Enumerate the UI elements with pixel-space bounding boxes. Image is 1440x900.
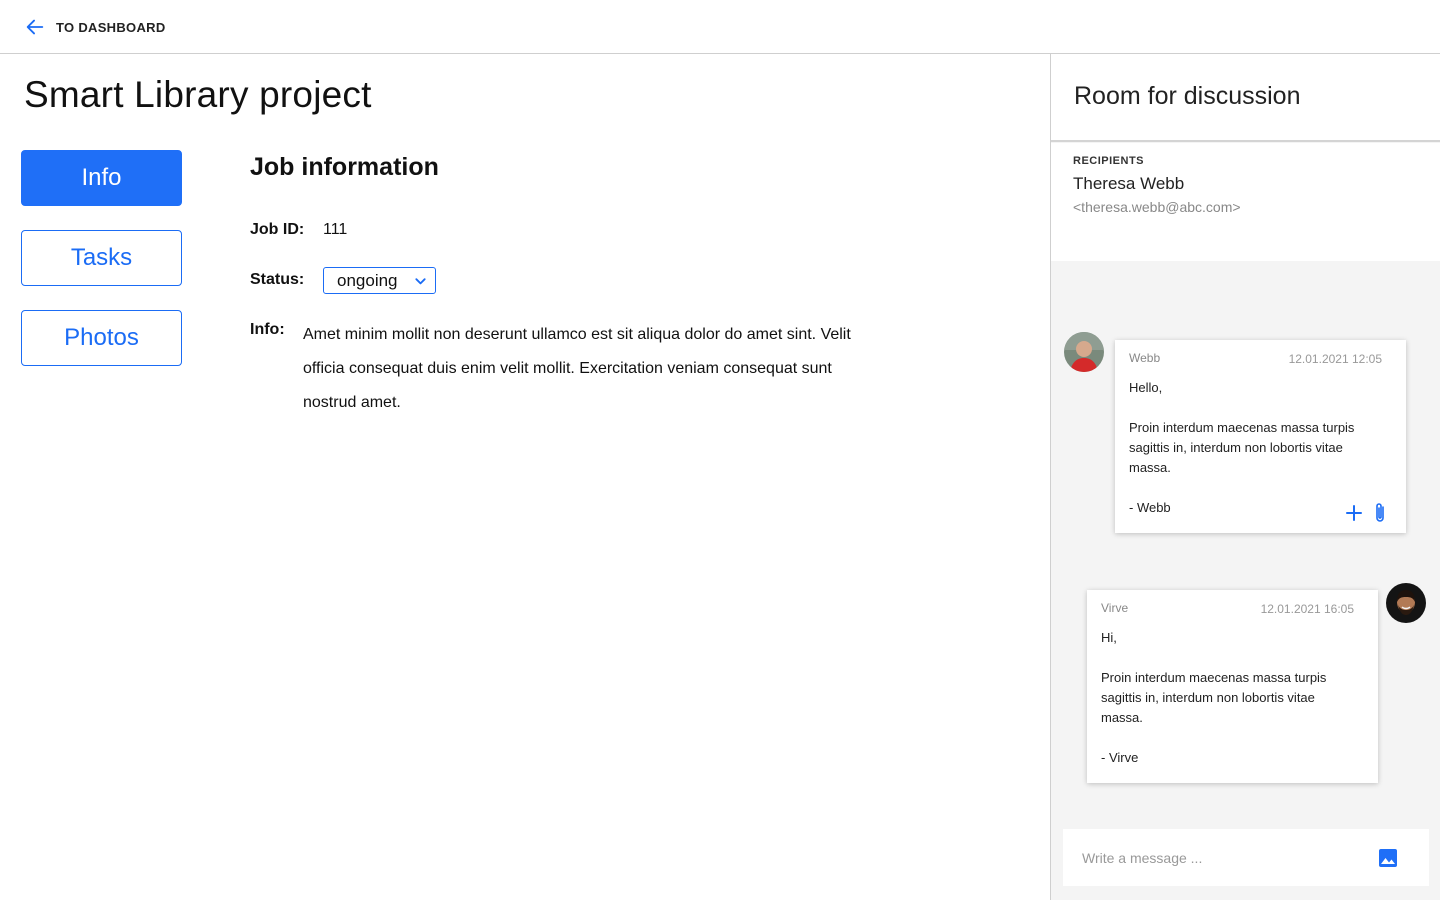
back-to-dashboard-link[interactable]: TO DASHBOARD <box>24 16 166 38</box>
status-label: Status: <box>250 271 305 288</box>
message-input[interactable] <box>1063 829 1363 886</box>
tab-tasks[interactable]: Tasks <box>21 230 182 286</box>
top-bar: TO DASHBOARD <box>0 0 1440 54</box>
avatar <box>1064 332 1104 372</box>
arrow-left-icon <box>24 16 46 38</box>
message-time: 12.01.2021 12:05 <box>1288 352 1382 366</box>
recipients-block: RECIPIENTS Theresa Webb <theresa.webb@ab… <box>1051 143 1440 261</box>
avatar <box>1386 583 1426 623</box>
status-value: ongoing <box>337 270 398 290</box>
message-author: Webb <box>1129 351 1161 365</box>
plus-icon[interactable] <box>1345 504 1363 522</box>
discussion-header: Room for discussion <box>1051 54 1440 142</box>
recipients-label: RECIPIENTS <box>1073 155 1145 167</box>
info-label: Info: <box>250 321 285 338</box>
message-time: 12.01.2021 16:05 <box>1260 602 1354 616</box>
message-card: Virve 12.01.2021 16:05 Hi, Proin interdu… <box>1087 590 1378 783</box>
message-body: Hi, Proin interdum maecenas massa turpis… <box>1101 630 1327 765</box>
status-dropdown[interactable]: ongoing <box>323 267 436 294</box>
tab-info[interactable]: Info <box>21 150 182 206</box>
message-card: Webb 12.01.2021 12:05 Hello, Proin inter… <box>1115 340 1406 533</box>
page-title: Smart Library project <box>24 74 372 115</box>
message-body: Hello, Proin interdum maecenas massa tur… <box>1129 380 1355 515</box>
section-title: Job information <box>250 153 439 181</box>
message-actions <box>1345 501 1388 525</box>
message-author: Virve <box>1101 601 1129 615</box>
back-link-label: TO DASHBOARD <box>56 19 166 35</box>
recipient-name: Theresa Webb <box>1073 174 1185 193</box>
info-text: Amet minim mollit non deserunt ullamco e… <box>303 326 851 411</box>
image-icon[interactable] <box>1379 849 1397 867</box>
recipient-email[interactable]: <theresa.webb@abc.com> <box>1073 199 1241 215</box>
discussion-title: Room for discussion <box>1074 82 1301 110</box>
chevron-down-icon <box>415 278 426 285</box>
job-id-label: Job ID: <box>250 221 305 238</box>
job-id-value: 111 <box>323 221 348 238</box>
paperclip-icon[interactable] <box>1372 501 1388 525</box>
message-composer <box>1063 829 1429 886</box>
tab-photos[interactable]: Photos <box>21 310 182 366</box>
